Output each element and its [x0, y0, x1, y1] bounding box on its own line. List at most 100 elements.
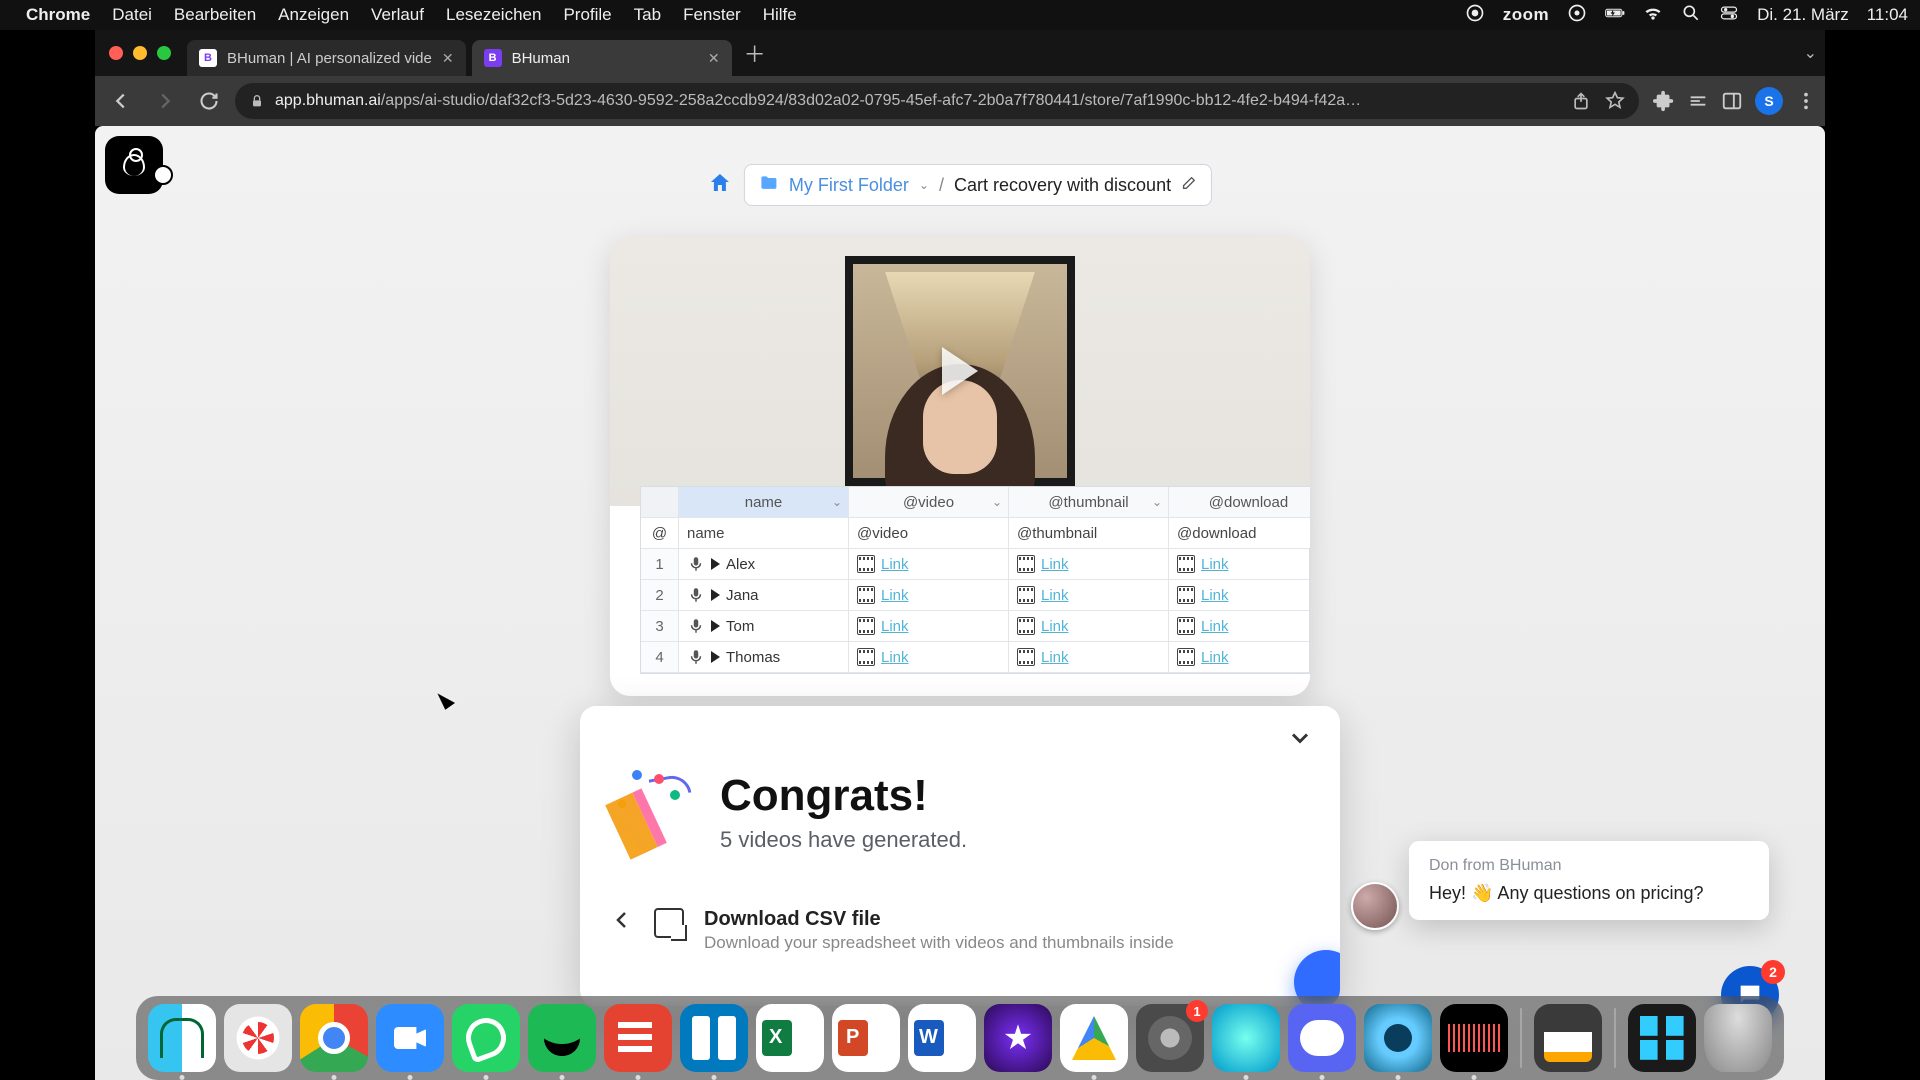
link[interactable]: Link	[1201, 556, 1229, 573]
menu-profile[interactable]: Profile	[563, 5, 611, 25]
dock-trash[interactable]	[1704, 1004, 1772, 1072]
screenrec-icon[interactable]	[1567, 3, 1587, 28]
back-button[interactable]	[103, 83, 139, 119]
cell-thumbnail[interactable]: Link	[1009, 580, 1169, 610]
sheet-corner[interactable]	[641, 487, 679, 517]
chevron-down-icon[interactable]: ⌄	[1152, 495, 1162, 509]
close-tab-icon[interactable]: ✕	[442, 50, 454, 67]
col-header-thumbnail[interactable]: @thumbnail⌄	[1009, 487, 1169, 517]
share-icon[interactable]	[1571, 91, 1591, 111]
tab-0[interactable]: B BHuman | AI personalized vide ✕	[187, 40, 466, 76]
kebab-menu-icon[interactable]	[1795, 90, 1817, 112]
collapse-panel-icon[interactable]	[1286, 724, 1314, 757]
edit-name-icon[interactable]	[1181, 175, 1197, 196]
dock-excel[interactable]	[756, 1004, 824, 1072]
chat-agent-avatar[interactable]	[1351, 882, 1399, 930]
video-preview[interactable]	[610, 236, 1310, 506]
table-row[interactable]: 2 Jana Link Link Link	[641, 580, 1309, 611]
link[interactable]: Link	[881, 556, 909, 573]
dock-todoist[interactable]	[604, 1004, 672, 1072]
spotlight-icon[interactable]	[1681, 3, 1701, 28]
dock-googledrive[interactable]	[1060, 1004, 1128, 1072]
address-bar[interactable]: app.bhuman.ai/apps/ai-studio/daf32cf3-5d…	[235, 83, 1639, 119]
fullscreen-window-button[interactable]	[157, 46, 171, 60]
dock-trello[interactable]	[680, 1004, 748, 1072]
cell-name[interactable]: Tom	[679, 611, 849, 641]
profile-avatar[interactable]: S	[1755, 87, 1783, 115]
cell-video[interactable]: Link	[849, 642, 1009, 672]
menubar-time[interactable]: 11:04	[1867, 5, 1908, 25]
data-sheet[interactable]: name⌄ @video⌄ @thumbnail⌄ @download⌄ @ n…	[640, 486, 1310, 674]
link[interactable]: Link	[1201, 618, 1229, 635]
dock-audio-app[interactable]	[1440, 1004, 1508, 1072]
menu-anzeigen[interactable]: Anzeigen	[278, 5, 349, 25]
menu-bearbeiten[interactable]: Bearbeiten	[174, 5, 256, 25]
menu-hilfe[interactable]: Hilfe	[763, 5, 797, 25]
wifi-icon[interactable]	[1643, 3, 1663, 28]
dock-imovie[interactable]	[984, 1004, 1052, 1072]
menu-lesezeichen[interactable]: Lesezeichen	[446, 5, 541, 25]
breadcrumb-folder[interactable]: My First Folder	[789, 175, 909, 196]
col-header-download[interactable]: @download⌄	[1169, 487, 1310, 517]
cell-name[interactable]: Jana	[679, 580, 849, 610]
cell-video[interactable]: Link	[849, 580, 1009, 610]
dock-safari[interactable]	[224, 1004, 292, 1072]
cell-thumbnail[interactable]: Link	[1009, 549, 1169, 579]
download-csv-title[interactable]: Download CSV file	[704, 908, 1174, 931]
dock-whatsapp[interactable]	[452, 1004, 520, 1072]
dock-finder[interactable]	[148, 1004, 216, 1072]
close-window-button[interactable]	[109, 46, 123, 60]
play-icon[interactable]	[942, 347, 978, 395]
menu-datei[interactable]: Datei	[112, 5, 152, 25]
table-row[interactable]: 3 Tom Link Link Link	[641, 611, 1309, 642]
cell-video[interactable]: Link	[849, 549, 1009, 579]
link[interactable]: Link	[1201, 587, 1229, 604]
control-center-icon[interactable]	[1719, 3, 1739, 28]
chevron-down-icon[interactable]: ⌄	[992, 495, 1002, 509]
dock-quicktime[interactable]	[1364, 1004, 1432, 1072]
link[interactable]: Link	[881, 618, 909, 635]
cell-download[interactable]: Link	[1169, 611, 1310, 641]
link[interactable]: Link	[1041, 618, 1069, 635]
cell-download[interactable]: Link	[1169, 549, 1310, 579]
minimize-window-button[interactable]	[133, 46, 147, 60]
tabs-dropdown-icon[interactable]: ⌄	[1804, 43, 1817, 63]
cell-name[interactable]: Thomas	[679, 642, 849, 672]
cell-download[interactable]: Link	[1169, 580, 1310, 610]
folder-dropdown-icon[interactable]: ⌄	[919, 178, 929, 192]
battery-icon[interactable]	[1605, 3, 1625, 28]
table-row[interactable]: 1 Alex Link Link Link	[641, 549, 1309, 580]
sidepanel-icon[interactable]	[1721, 90, 1743, 112]
bookmark-star-icon[interactable]	[1605, 91, 1625, 111]
reload-button[interactable]	[191, 83, 227, 119]
menubar-date[interactable]: Di. 21. März	[1757, 5, 1849, 25]
link[interactable]: Link	[1041, 649, 1069, 666]
dock-discord[interactable]	[1288, 1004, 1356, 1072]
close-tab-icon[interactable]: ✕	[708, 50, 720, 67]
table-row[interactable]: 4 Thomas Link Link Link	[641, 642, 1309, 673]
extensions-icon[interactable]	[1653, 90, 1675, 112]
chat-popup[interactable]: Don from BHuman Hey! 👋 Any questions on …	[1409, 841, 1769, 920]
record-icon[interactable]	[1465, 3, 1485, 28]
col-header-name[interactable]: name⌄	[679, 487, 849, 517]
panel-back-icon[interactable]	[610, 908, 634, 937]
play-icon[interactable]	[711, 558, 720, 570]
col-header-video[interactable]: @video⌄	[849, 487, 1009, 517]
link[interactable]: Link	[1201, 649, 1229, 666]
dock-zoom[interactable]	[376, 1004, 444, 1072]
cell-thumbnail[interactable]: Link	[1009, 611, 1169, 641]
menu-fenster[interactable]: Fenster	[683, 5, 741, 25]
app-logo[interactable]	[105, 136, 163, 194]
link[interactable]: Link	[1041, 587, 1069, 604]
new-tab-button[interactable]: ＋	[744, 37, 766, 69]
menu-tab[interactable]: Tab	[634, 5, 661, 25]
play-icon[interactable]	[711, 651, 720, 663]
dock-app-teal[interactable]	[1212, 1004, 1280, 1072]
menubar-app[interactable]: Chrome	[26, 5, 90, 25]
tab-1[interactable]: B BHuman ✕	[472, 40, 732, 76]
home-icon[interactable]	[708, 171, 732, 200]
chevron-down-icon[interactable]: ⌄	[832, 495, 842, 509]
dock-powerpoint[interactable]	[832, 1004, 900, 1072]
dock-chrome[interactable]	[300, 1004, 368, 1072]
reading-list-icon[interactable]	[1687, 90, 1709, 112]
